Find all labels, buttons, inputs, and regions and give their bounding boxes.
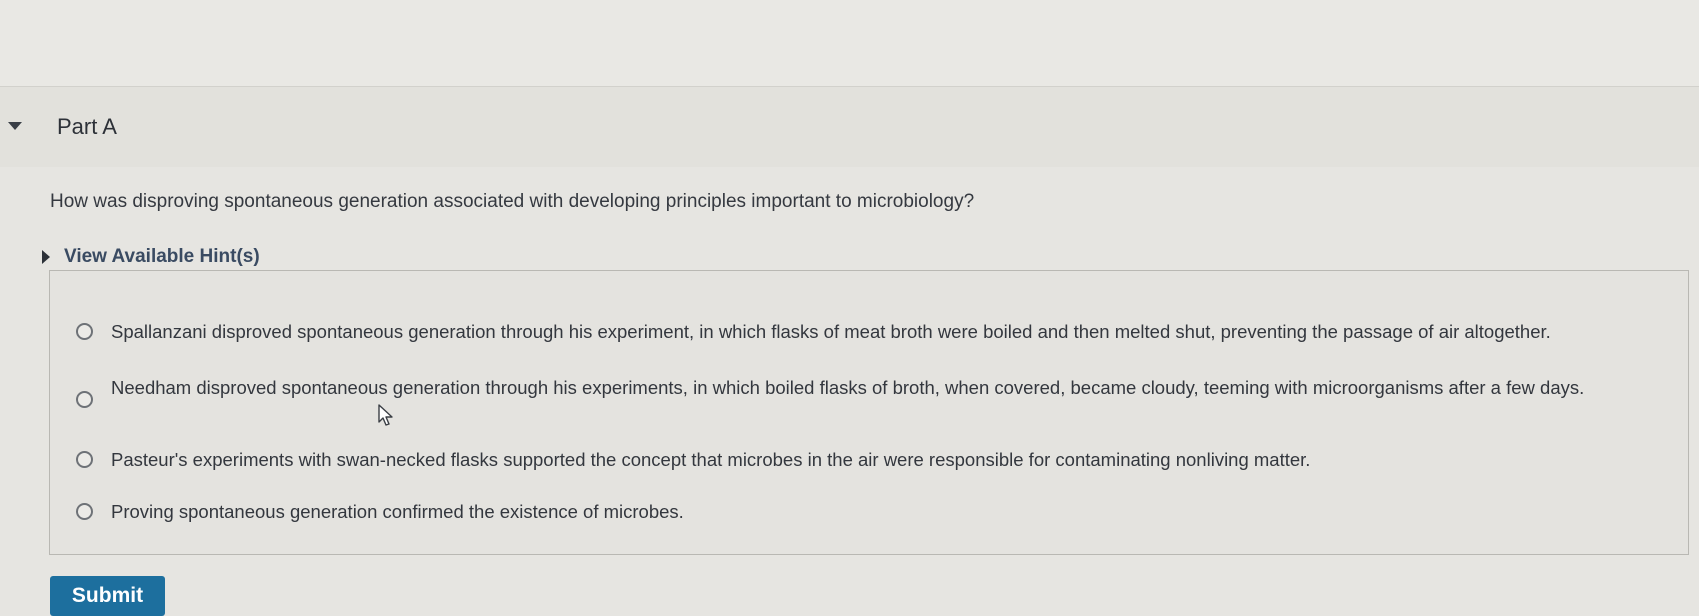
answer-choice-1[interactable]: Spallanzani disproved spontaneous genera… — [76, 317, 1591, 346]
answer-choice-4[interactable]: Proving spontaneous generation confirmed… — [76, 497, 1591, 526]
part-header[interactable] — [0, 87, 1699, 167]
part-title: Part A — [57, 114, 117, 139]
caret-right-icon — [42, 250, 50, 264]
submit-button[interactable]: Submit — [50, 576, 165, 616]
choice-label[interactable]: Pasteur's experiments with swan-necked f… — [111, 445, 1591, 474]
radio-button[interactable] — [76, 391, 93, 408]
caret-down-icon[interactable] — [8, 122, 22, 130]
answer-choice-2[interactable]: Needham disproved spontaneous generation… — [76, 373, 1591, 408]
answer-choices-box: Spallanzani disproved spontaneous genera… — [49, 270, 1689, 555]
top-band — [0, 0, 1699, 87]
choice-label[interactable]: Proving spontaneous generation confirmed… — [111, 497, 1591, 526]
view-hints-toggle[interactable]: View Available Hint(s) — [42, 246, 260, 268]
choice-label[interactable]: Needham disproved spontaneous generation… — [111, 373, 1591, 402]
mouse-cursor-icon — [378, 404, 393, 426]
question-text: How was disproving spontaneous generatio… — [50, 191, 975, 212]
radio-button[interactable] — [76, 503, 93, 520]
choice-label[interactable]: Spallanzani disproved spontaneous genera… — [111, 317, 1591, 346]
radio-button[interactable] — [76, 451, 93, 468]
radio-button[interactable] — [76, 323, 93, 340]
view-hints-label[interactable]: View Available Hint(s) — [64, 246, 260, 268]
answer-choice-3[interactable]: Pasteur's experiments with swan-necked f… — [76, 445, 1591, 474]
